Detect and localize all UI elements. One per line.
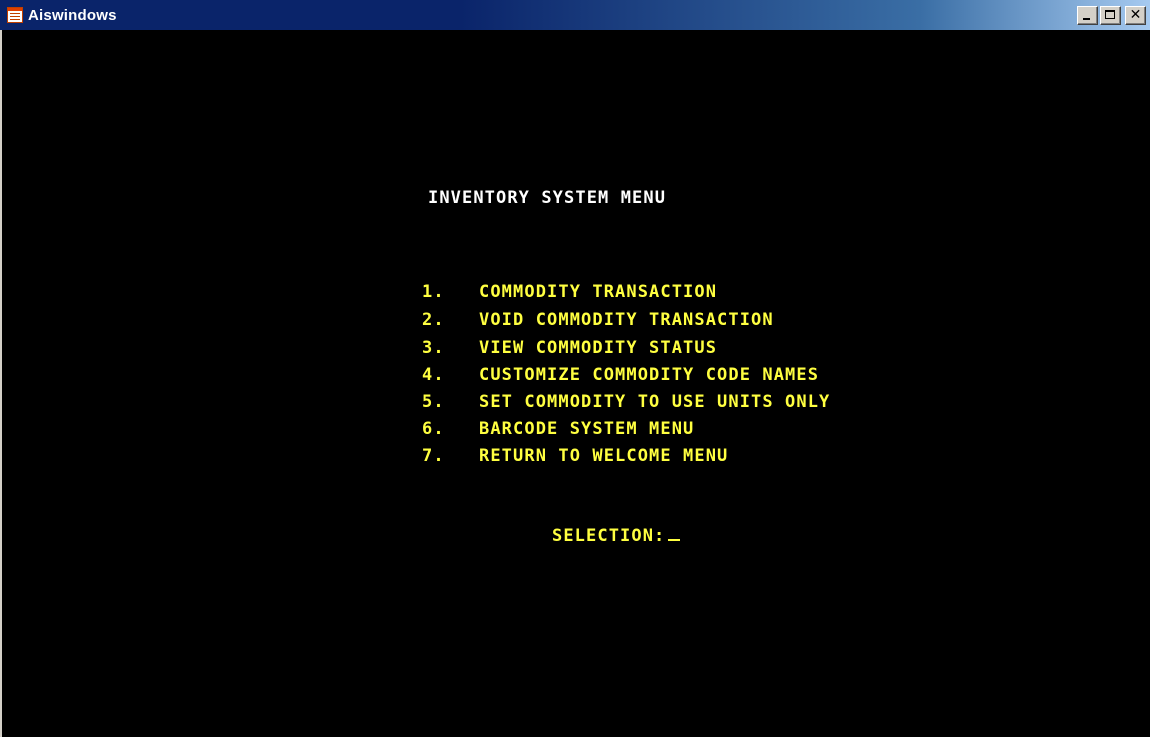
selection-prompt[interactable]: SELECTION: bbox=[484, 506, 681, 566]
menu-title: INVENTORY SYSTEM MENU bbox=[428, 188, 667, 208]
minimize-icon bbox=[1083, 18, 1090, 20]
menu-item-label: RETURN TO WELCOME MENU bbox=[479, 446, 729, 466]
minimize-button[interactable] bbox=[1077, 6, 1098, 25]
window-title: Aiswindows bbox=[28, 6, 117, 24]
selection-label: SELECTION: bbox=[552, 526, 666, 546]
window-controls: ✕ bbox=[1077, 6, 1146, 25]
title-bar[interactable]: Aiswindows ✕ bbox=[0, 0, 1150, 30]
close-icon: ✕ bbox=[1129, 7, 1142, 23]
terminal-screen[interactable]: INVENTORY SYSTEM MENU 1. COMMODITY TRANSA… bbox=[2, 30, 1150, 737]
menu-item-number: 7. bbox=[422, 446, 445, 466]
app-window: Aiswindows ✕ INVENTORY SYSTEM MENU 1. COM… bbox=[0, 0, 1150, 737]
app-menu-icon[interactable] bbox=[7, 7, 23, 23]
maximize-icon bbox=[1105, 10, 1115, 19]
close-button[interactable]: ✕ bbox=[1125, 6, 1146, 25]
maximize-button[interactable] bbox=[1100, 6, 1121, 25]
text-cursor bbox=[668, 539, 681, 541]
menu-item[interactable]: 7. RETURN TO WELCOME MENU bbox=[354, 426, 728, 486]
